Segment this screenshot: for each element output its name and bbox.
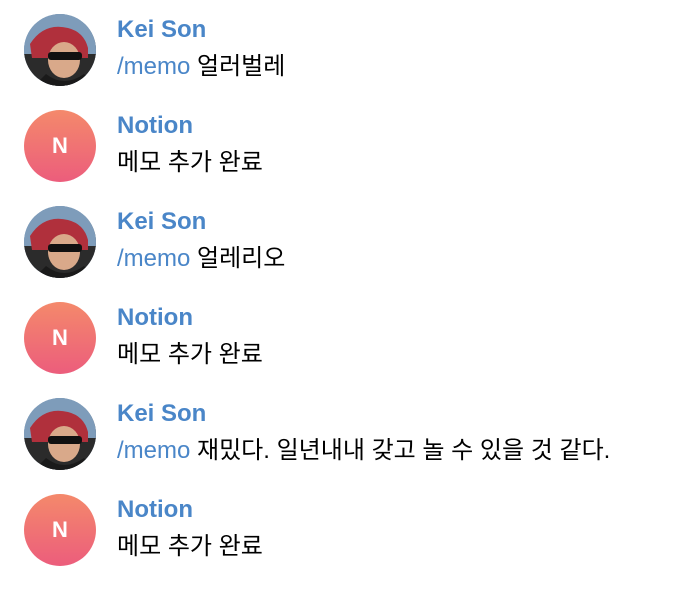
user-avatar[interactable]: [24, 14, 96, 86]
command-link[interactable]: /memo: [117, 53, 190, 80]
command-link[interactable]: /memo: [117, 437, 190, 464]
message-text: 메모 추가 완료: [117, 530, 263, 564]
user-avatar[interactable]: [24, 398, 96, 470]
command-link[interactable]: /memo: [117, 245, 190, 272]
message-text: /memo 얼러벌레: [117, 50, 285, 84]
avatar-initial: N: [52, 517, 68, 542]
bot-avatar[interactable]: N: [24, 302, 96, 374]
user-photo-icon: [24, 398, 96, 470]
message-body: 재밌다. 일년내내 갖고 놀 수 있을 것 같다.: [190, 437, 611, 464]
user-avatar[interactable]: [24, 206, 96, 278]
sender-name[interactable]: Kei Son: [117, 206, 206, 238]
sender-name[interactable]: Notion: [117, 494, 193, 526]
message-body: 얼러벌레: [190, 53, 286, 80]
sender-name[interactable]: Notion: [117, 302, 193, 334]
message-body: 메모 추가 완료: [117, 149, 263, 176]
bot-avatar[interactable]: N: [24, 494, 96, 566]
message-item: N Notion 메모 추가 완료: [0, 480, 678, 576]
avatar-initial: N: [52, 133, 68, 158]
message-item: Kei Son /memo 얼레리오: [0, 192, 678, 288]
message-item: N Notion 메모 추가 완료: [0, 288, 678, 384]
message-body: 메모 추가 완료: [117, 341, 263, 368]
chat-log: Kei Son /memo 얼러벌레 N Notion 메모 추가 완료 Kei…: [0, 0, 678, 590]
user-photo-icon: [24, 206, 96, 278]
user-photo-icon: [24, 14, 96, 86]
message-text: /memo 얼레리오: [117, 242, 285, 276]
avatar-initial: N: [52, 325, 68, 350]
sender-name[interactable]: Kei Son: [117, 14, 206, 46]
message-body: 메모 추가 완료: [117, 533, 263, 560]
message-text: 메모 추가 완료: [117, 146, 263, 180]
message-item: Kei Son /memo 재밌다. 일년내내 갖고 놀 수 있을 것 같다.: [0, 384, 678, 480]
bot-avatar[interactable]: N: [24, 110, 96, 182]
sender-name[interactable]: Notion: [117, 110, 193, 142]
message-body: 얼레리오: [190, 245, 286, 272]
message-item: N Notion 메모 추가 완료: [0, 96, 678, 192]
message-text: /memo 재밌다. 일년내내 갖고 놀 수 있을 것 같다.: [117, 434, 610, 468]
sender-name[interactable]: Kei Son: [117, 398, 206, 430]
message-text: 메모 추가 완료: [117, 338, 263, 372]
message-item: Kei Son /memo 얼러벌레: [0, 0, 678, 96]
